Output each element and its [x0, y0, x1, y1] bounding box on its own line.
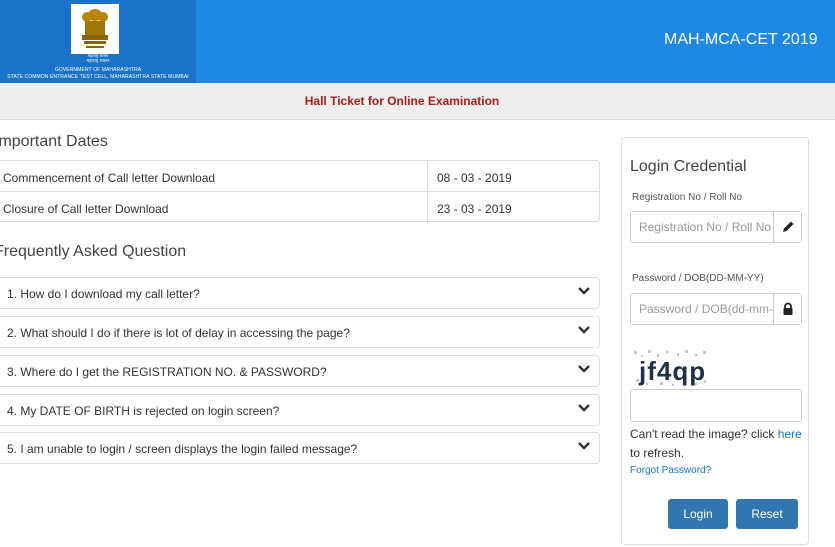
- chevron-down-icon: [578, 326, 590, 334]
- login-button[interactable]: Login: [668, 499, 728, 529]
- date-value: 23 - 03 - 2019: [437, 202, 512, 216]
- table-row: Commencement of Call letter Download 08 …: [0, 161, 599, 191]
- faq-item-5[interactable]: 5. I am unable to login / screen display…: [0, 432, 600, 464]
- password-addon: [773, 294, 801, 324]
- lock-icon: [783, 302, 793, 315]
- refresh-prefix: Can't read the image? click: [630, 427, 778, 441]
- password-input[interactable]: [631, 294, 774, 324]
- state-emblem-logo: [71, 4, 119, 54]
- column-divider: [427, 192, 428, 222]
- faq-item-1[interactable]: 1. How do I download my call letter?: [0, 277, 600, 309]
- registration-input-group: [630, 211, 802, 243]
- faq-item-4[interactable]: 4. My DATE OF BIRTH is rejected on login…: [0, 394, 600, 426]
- login-title: Login Credential: [630, 158, 747, 175]
- chevron-down-icon: [578, 365, 590, 373]
- logo-block: महाराष्ट्र शासन महाराष्ट्र शासन GOVERNME…: [0, 0, 196, 83]
- header-bar: महाराष्ट्र शासन महाराष्ट्र शासन GOVERNME…: [0, 0, 835, 83]
- chevron-down-icon: [578, 442, 590, 450]
- exam-title: MAH-MCA-CET 2019: [664, 31, 818, 48]
- important-dates-heading: Important Dates: [0, 133, 108, 150]
- refresh-suffix: to refresh.: [630, 446, 685, 460]
- captcha-refresh-text: Can't read the image? click here to refr…: [630, 425, 806, 463]
- important-dates-table: Commencement of Call letter Download 08 …: [0, 160, 600, 222]
- chevron-down-icon: [578, 404, 590, 412]
- faq-question: 4. My DATE OF BIRTH is rejected on login…: [7, 404, 280, 418]
- logo-cell-text: STATE COMMON ENTRANCE TEST CELL, MAHARAS…: [7, 74, 189, 80]
- password-input-group: [630, 293, 802, 325]
- date-value: 08 - 03 - 2019: [437, 171, 512, 185]
- faq-item-2[interactable]: 2. What should I do if there is lot of d…: [0, 316, 600, 348]
- captcha-text: jf4qp: [638, 356, 706, 386]
- password-label: Password / DOB(DD-MM-YY): [632, 273, 764, 284]
- page-title: Hall Ticket for Online Examination: [304, 94, 500, 108]
- faq-item-3[interactable]: 3. Where do I get the REGISTRATION NO. &…: [0, 355, 600, 387]
- faq-question: 1. How do I download my call letter?: [7, 287, 200, 301]
- date-label: Closure of Call letter Download: [3, 202, 169, 216]
- login-panel: Login Credential Registration No / Roll …: [621, 137, 809, 545]
- reset-button[interactable]: Reset: [736, 499, 798, 529]
- faq-heading: Frequently Asked Question: [0, 243, 187, 260]
- forgot-password-link[interactable]: Forgot Password?: [630, 465, 711, 476]
- logo-hindi-name: महाराष्ट्र शासन: [86, 58, 110, 63]
- registration-addon: [773, 212, 801, 242]
- page-subheader: Hall Ticket for Online Examination: [0, 83, 835, 120]
- logo-government-text: GOVERNMENT OF MAHARASHTRA: [54, 67, 142, 73]
- date-label: Commencement of Call letter Download: [3, 171, 216, 185]
- pencil-icon: [783, 221, 794, 232]
- registration-input[interactable]: [631, 212, 774, 242]
- faq-question: 2. What should I do if there is lot of d…: [7, 326, 350, 340]
- captcha-input[interactable]: [630, 389, 802, 422]
- captcha-image: jf4qp: [633, 349, 709, 389]
- registration-label: Registration No / Roll No: [632, 192, 743, 203]
- column-divider: [427, 161, 428, 191]
- refresh-captcha-link[interactable]: here: [778, 427, 802, 441]
- faq-question: 5. I am unable to login / screen display…: [7, 442, 358, 456]
- chevron-down-icon: [578, 287, 590, 295]
- table-row: Closure of Call letter Download 23 - 03 …: [0, 191, 599, 222]
- faq-question: 3. Where do I get the REGISTRATION NO. &…: [7, 365, 327, 379]
